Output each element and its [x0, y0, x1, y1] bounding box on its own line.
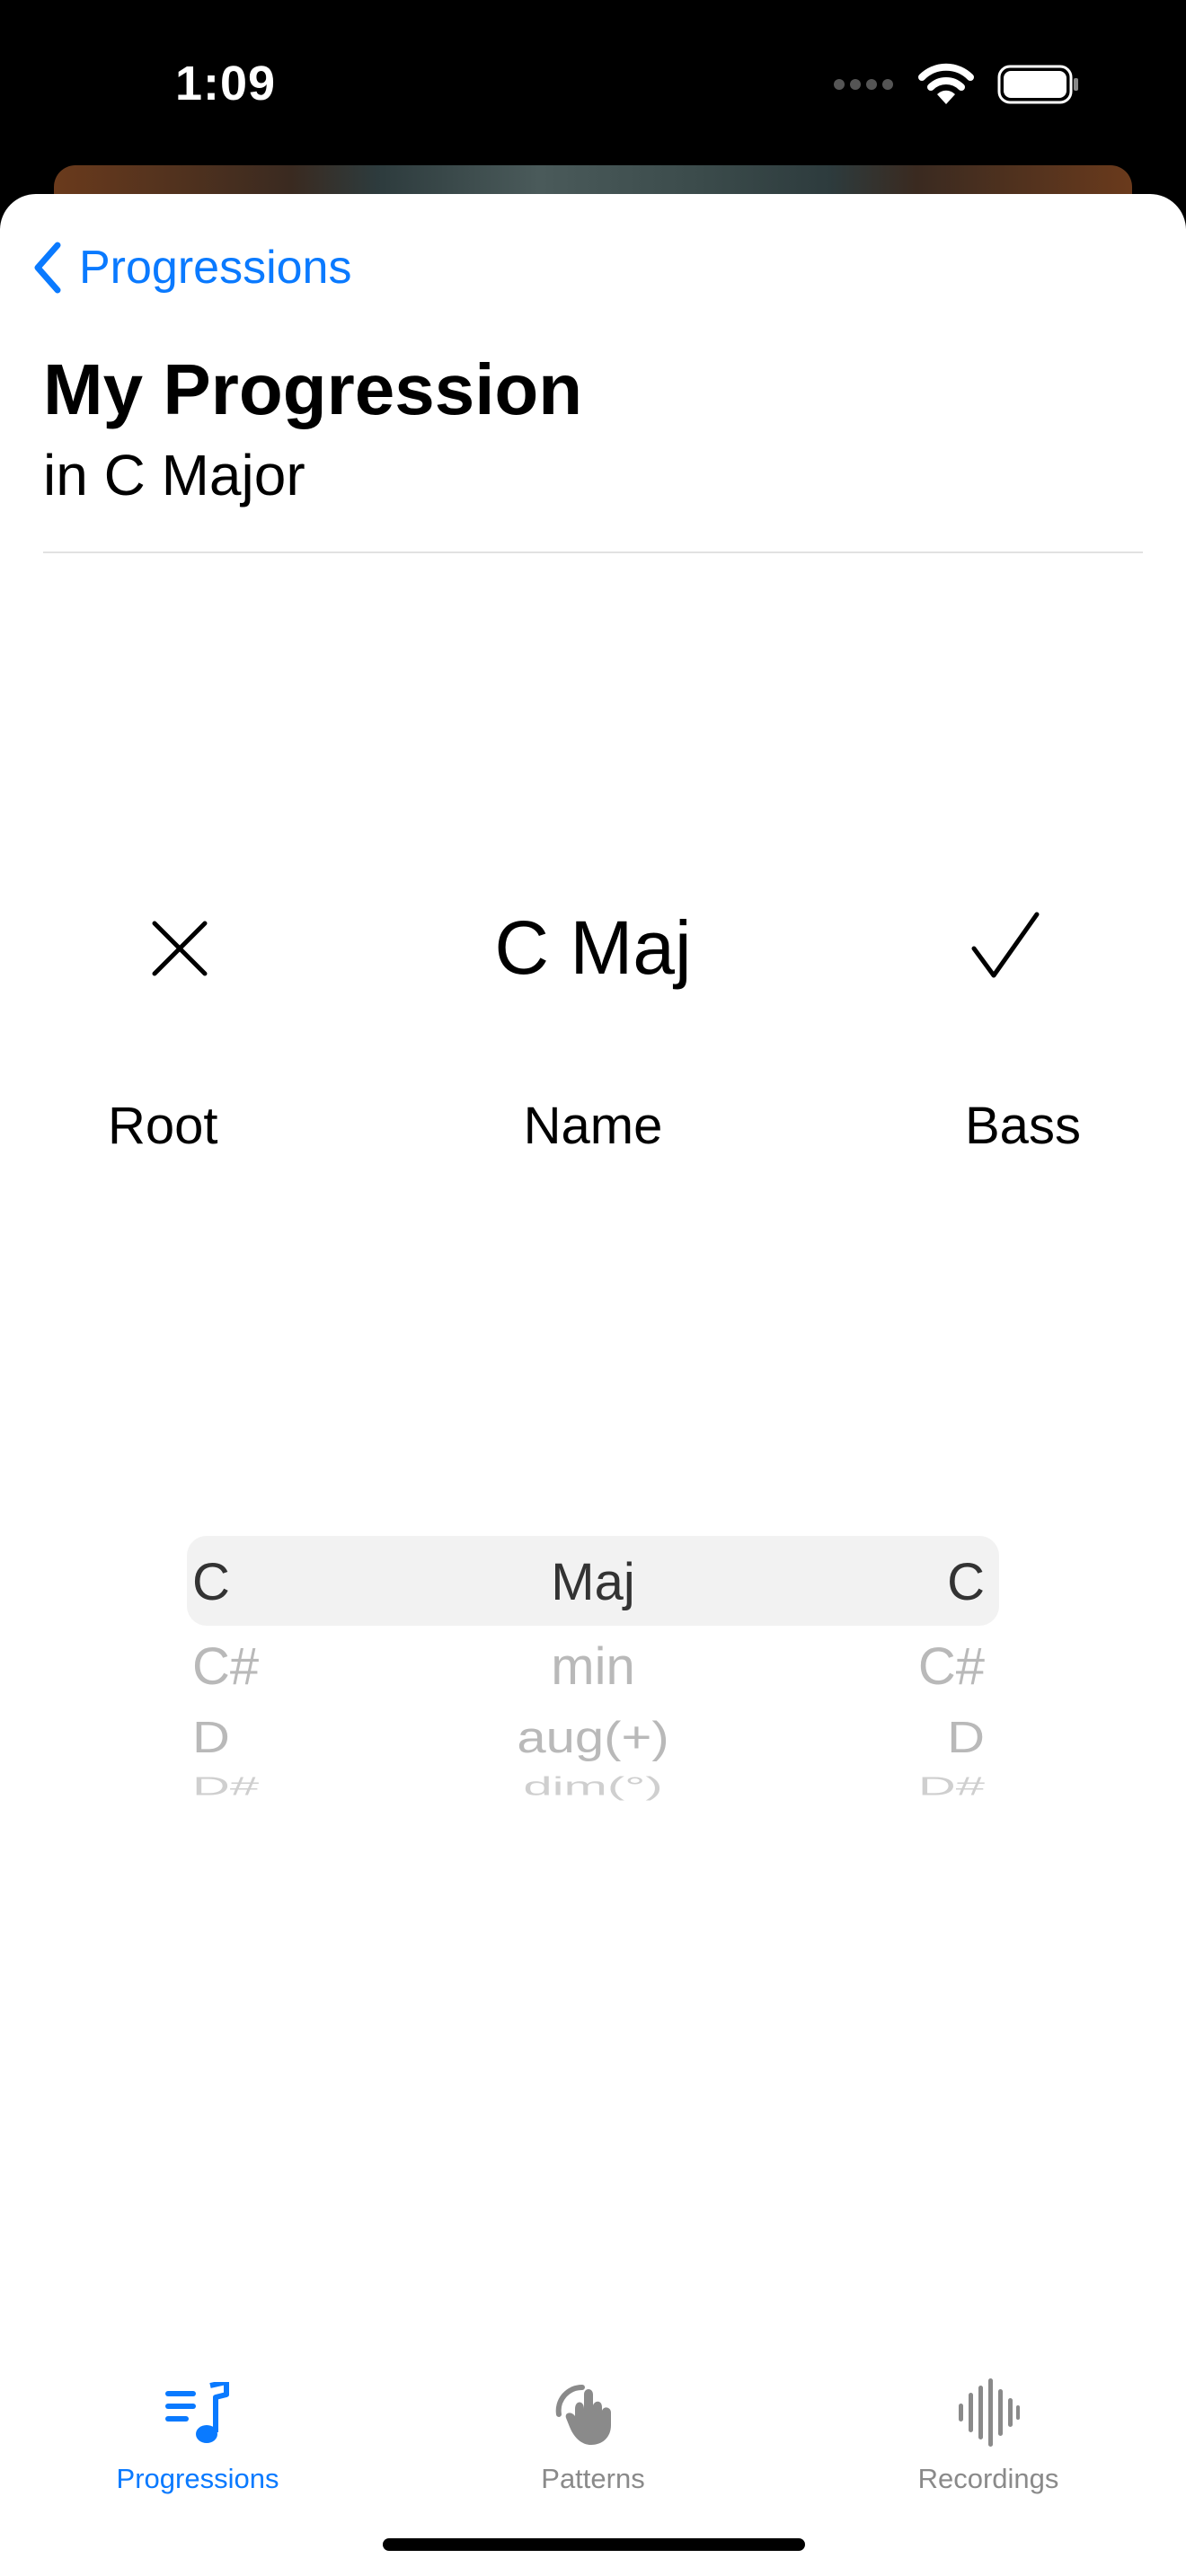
chord-picker[interactable]: C C# D D# Maj min aug(+) dim(°) C C# D D… — [180, 1536, 1006, 1814]
tab-patterns[interactable]: Patterns — [458, 2371, 728, 2495]
header-divider — [43, 551, 1143, 553]
picker-item[interactable]: D# — [715, 1771, 985, 1802]
sheet: Progressions My Progression in C Major — [0, 194, 1186, 2576]
tab-progressions[interactable]: Progressions — [63, 2371, 332, 2495]
back-label: Progressions — [79, 242, 352, 294]
tab-label: Progressions — [116, 2463, 279, 2494]
column-header-bass: Bass — [965, 1097, 1081, 1155]
picker-item[interactable]: C — [192, 1552, 462, 1612]
status-bar: 1:09 — [0, 0, 1186, 180]
tab-label: Recordings — [917, 2463, 1059, 2494]
tab-bar: Progressions Patterns Recordings — [0, 2299, 1186, 2576]
wifi-icon — [918, 63, 974, 104]
status-icons — [832, 63, 1080, 106]
picker-item[interactable]: min — [458, 1636, 728, 1697]
music-list-icon — [165, 2382, 229, 2443]
battery-icon — [997, 65, 1078, 104]
waveform-icon — [959, 2378, 1020, 2447]
picker-item[interactable]: Maj — [458, 1552, 728, 1612]
hand-strum-icon — [555, 2384, 611, 2445]
picker-item[interactable]: C# — [715, 1636, 985, 1697]
picker-item[interactable]: D — [715, 1712, 985, 1763]
close-icon[interactable] — [146, 914, 214, 983]
tab-label: Patterns — [541, 2463, 645, 2494]
checkmark-icon[interactable] — [969, 909, 1042, 983]
cellular-signal-icon — [834, 79, 893, 90]
picker-item[interactable]: D — [192, 1712, 462, 1763]
picker-item[interactable]: D# — [192, 1771, 462, 1802]
back-button[interactable]: Progressions — [32, 241, 351, 295]
home-indicator[interactable] — [383, 2538, 805, 2551]
chevron-left-icon — [34, 242, 61, 294]
chord-action-row: C Maj — [0, 889, 1186, 1006]
page-subtitle: in C Major — [43, 443, 305, 507]
picker-item[interactable]: C — [715, 1552, 985, 1612]
picker-item[interactable]: C# — [192, 1636, 462, 1697]
tab-recordings[interactable]: Recordings — [854, 2371, 1123, 2495]
status-time: 1:09 — [175, 57, 277, 110]
page-title: My Progression — [43, 349, 583, 429]
picker-item[interactable]: aug(+) — [458, 1712, 728, 1763]
picker-item[interactable]: dim(°) — [458, 1771, 728, 1802]
